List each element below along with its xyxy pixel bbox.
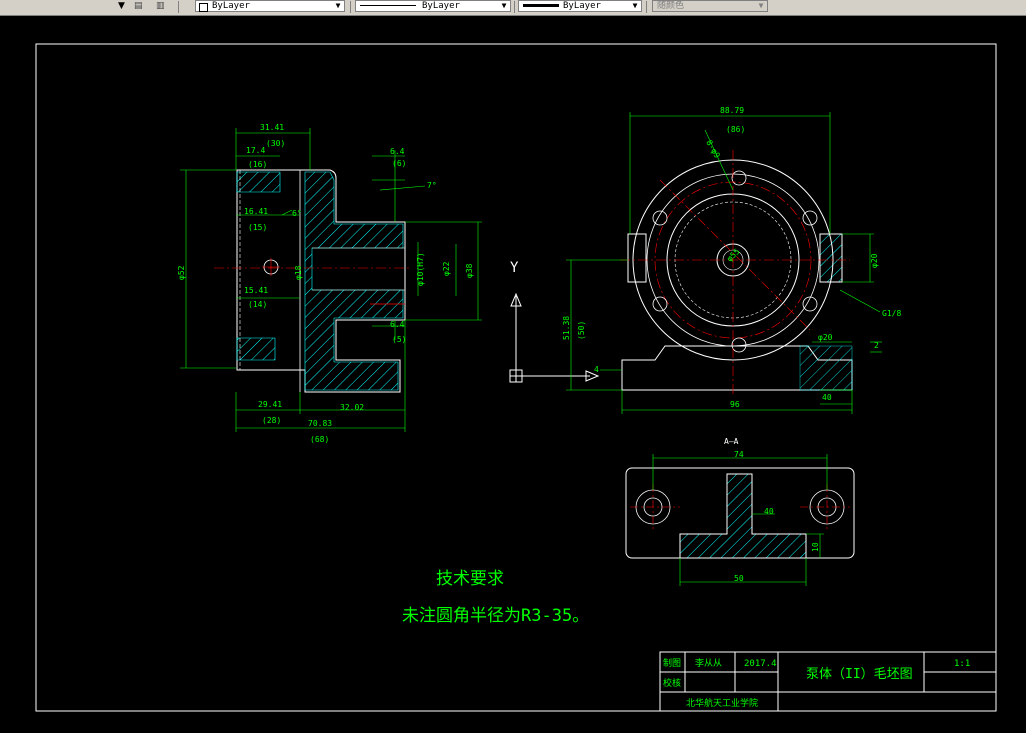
color-combo[interactable]: ByLayer ▼ bbox=[195, 0, 345, 12]
dim-label: (28) bbox=[262, 416, 281, 425]
lineweight-combo[interactable]: ByLayer ▼ bbox=[518, 0, 642, 12]
dim-label: 32.02 bbox=[340, 403, 364, 412]
dim-label: (14) bbox=[248, 300, 267, 309]
chevron-down-icon: ▼ bbox=[335, 1, 341, 10]
dim-label: (68) bbox=[310, 435, 329, 444]
ucs-y-label: Y bbox=[510, 260, 519, 276]
dim-label: 2 bbox=[874, 341, 879, 350]
layer-state-icon[interactable]: ▤ bbox=[134, 0, 143, 13]
dim-label: 6.4 bbox=[390, 147, 405, 156]
dim-label: 29.41 bbox=[258, 400, 282, 409]
drafter-label: 制图 bbox=[663, 657, 681, 669]
separator bbox=[514, 1, 515, 13]
lineweight-combo-value: ByLayer bbox=[563, 1, 601, 11]
linetype-combo[interactable]: ByLayer ▼ bbox=[355, 0, 511, 12]
properties-toolbar: ▼ ▤ ▥ ByLayer ▼ ByLayer ▼ ByLayer ▼ 随颜色 … bbox=[0, 0, 1026, 16]
section-view: A—A 74 40 10 50 bbox=[625, 437, 855, 586]
chevron-down-icon: ▼ bbox=[501, 1, 507, 10]
dim-label: φ18 bbox=[294, 265, 303, 280]
dim-label: φ22 bbox=[442, 261, 451, 276]
lineweight-preview-icon bbox=[523, 4, 559, 7]
dim-label: 74 bbox=[734, 450, 744, 459]
separator bbox=[646, 1, 647, 13]
dim-label: 40 bbox=[822, 393, 832, 402]
separator bbox=[178, 1, 179, 13]
dim-label: φ55 bbox=[725, 247, 742, 264]
dim-label: 6° bbox=[292, 209, 302, 218]
chevron-down-icon: ▼ bbox=[758, 1, 764, 10]
dim-label: 10 bbox=[811, 542, 820, 552]
dim-label: 7° bbox=[427, 181, 437, 190]
dim-label: (16) bbox=[248, 160, 267, 169]
color-swatch-icon bbox=[199, 3, 208, 12]
dim-label: 88.79 bbox=[720, 106, 744, 115]
dim-label: (30) bbox=[266, 139, 285, 148]
dim-label: 70.83 bbox=[308, 419, 332, 428]
school-name: 北华航天工业学院 bbox=[686, 697, 758, 709]
linetype-combo-value: ByLayer bbox=[422, 1, 460, 11]
dim-label: G1/8 bbox=[882, 309, 901, 318]
plotstyle-combo-value: 随颜色 bbox=[657, 1, 685, 11]
linetype-preview-icon bbox=[360, 5, 416, 6]
dim-label: φ20 bbox=[818, 333, 833, 342]
checker-label: 校核 bbox=[663, 677, 681, 689]
dim-label: 17.4 bbox=[246, 146, 265, 155]
side-hatch-top bbox=[236, 171, 281, 193]
dim-label: (15) bbox=[248, 223, 267, 232]
drawing-date: 2017.4 bbox=[744, 659, 777, 669]
dim-label: (5) bbox=[392, 335, 406, 344]
side-hatch bbox=[304, 171, 404, 391]
front-view: 88.79 (86) 51.38 (50) 96 40 4 2 φ20 φ20 … bbox=[562, 106, 901, 414]
separator bbox=[350, 1, 351, 13]
dim-label: (50) bbox=[577, 321, 586, 340]
dim-label: φ10(H7) bbox=[416, 252, 425, 286]
dim-label: φ52 bbox=[177, 265, 186, 280]
dim-label: (86) bbox=[726, 125, 745, 134]
dim-label: 4 bbox=[594, 365, 599, 374]
notes-heading: 技术要求 bbox=[436, 569, 504, 589]
dim-label: φ20 bbox=[870, 253, 879, 268]
side-hatch-bottom bbox=[236, 337, 276, 361]
section-title: A—A bbox=[724, 437, 739, 446]
color-combo-value: ByLayer bbox=[212, 1, 250, 11]
plotstyle-combo[interactable]: 随颜色 ▼ bbox=[652, 0, 768, 12]
dim-label: 51.38 bbox=[562, 316, 571, 340]
dim-label: 40 bbox=[764, 507, 774, 516]
dim-label: φ38 bbox=[465, 263, 474, 278]
drafter-name: 李从从 bbox=[695, 657, 722, 669]
dim-label: (6) bbox=[392, 159, 406, 168]
layer-previous-icon[interactable]: ▥ bbox=[156, 0, 165, 13]
dim-label: 6.4 bbox=[390, 320, 405, 329]
dim-label: 16.41 bbox=[244, 207, 268, 216]
dim-label: 50 bbox=[734, 574, 744, 583]
chevron-down-icon: ▼ bbox=[632, 1, 638, 10]
notes-line: 未注圆角半径为R3-35。 bbox=[402, 606, 589, 626]
dim-label: 96 bbox=[730, 400, 740, 409]
drawing-canvas[interactable]: 31.41 (30) 17.4 (16) 16.41 (15) 15.41 (1… bbox=[0, 15, 1026, 733]
dim-label: 31.41 bbox=[260, 123, 284, 132]
technical-notes: 技术要求 未注圆角半径为R3-35。 bbox=[402, 569, 589, 626]
dim-label: 8-φ9 bbox=[704, 139, 722, 160]
part-title: 泵体（II）毛坯图 bbox=[806, 667, 913, 682]
drawing-scale: 1:1 bbox=[954, 659, 970, 669]
side-view: 31.41 (30) 17.4 (16) 16.41 (15) 15.41 (1… bbox=[177, 123, 482, 444]
title-block: 制图 李从从 2017.4 校核 泵体（II）毛坯图 1:1 北华航天工业学院 bbox=[659, 651, 997, 712]
dropdown-arrow-icon[interactable]: ▼ bbox=[118, 0, 125, 13]
dim-label: 15.41 bbox=[244, 286, 268, 295]
